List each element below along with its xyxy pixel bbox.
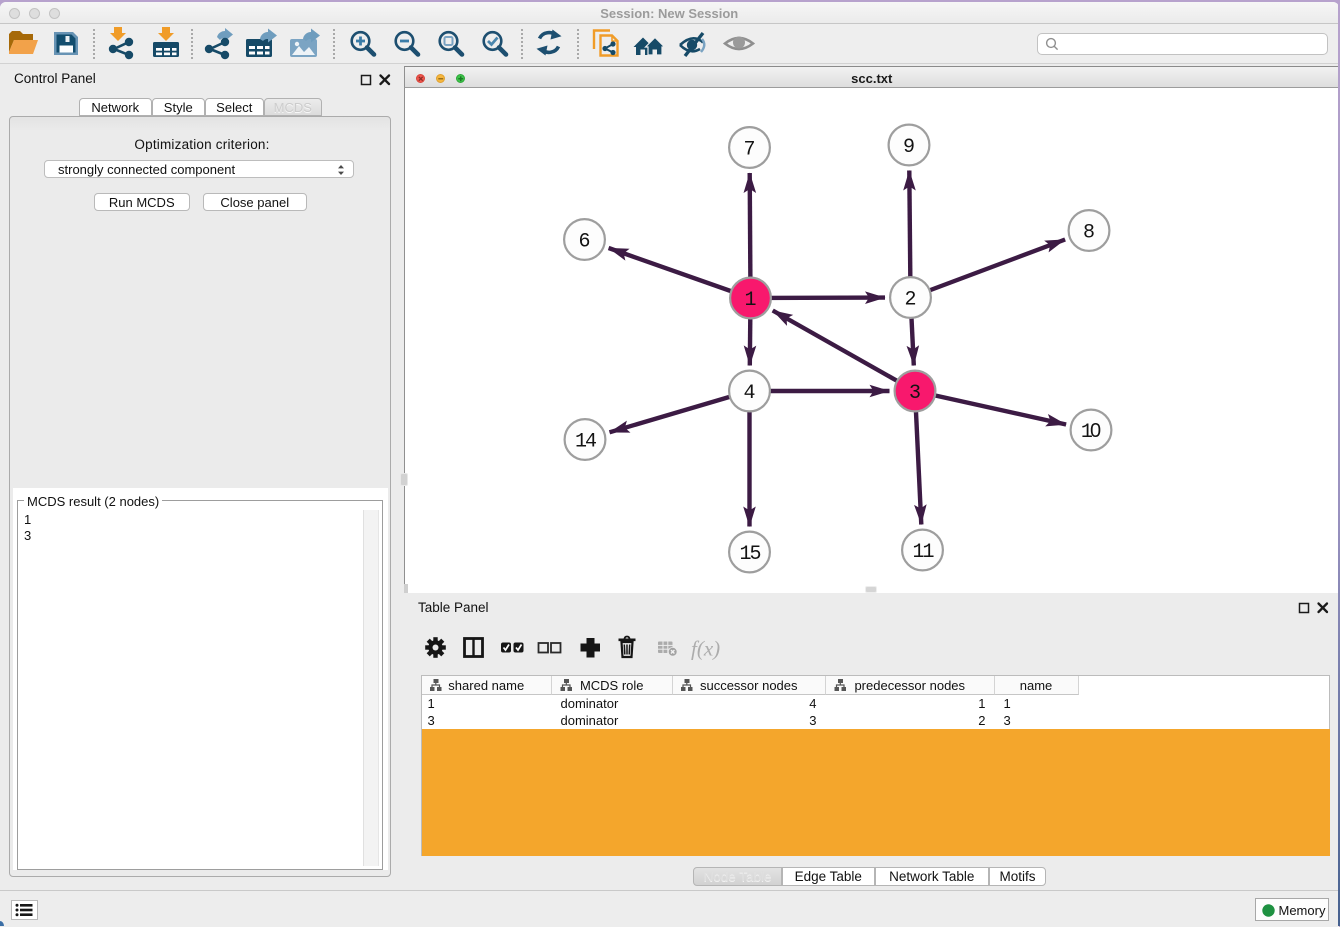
svg-text:11: 11 (912, 541, 934, 564)
svg-text:8: 8 (1083, 221, 1095, 244)
svg-text:2: 2 (904, 288, 916, 311)
svg-text:3: 3 (909, 382, 921, 405)
svg-text:7: 7 (743, 138, 755, 161)
svg-text:10: 10 (1081, 420, 1101, 444)
svg-text:14: 14 (575, 430, 596, 453)
svg-text:f(x): f(x) (691, 637, 720, 661)
svg-text:4: 4 (743, 382, 755, 405)
svg-text:9: 9 (903, 136, 915, 159)
svg-text:1: 1 (744, 289, 756, 312)
svg-text:15: 15 (739, 543, 760, 566)
svg-text:6: 6 (578, 230, 590, 253)
